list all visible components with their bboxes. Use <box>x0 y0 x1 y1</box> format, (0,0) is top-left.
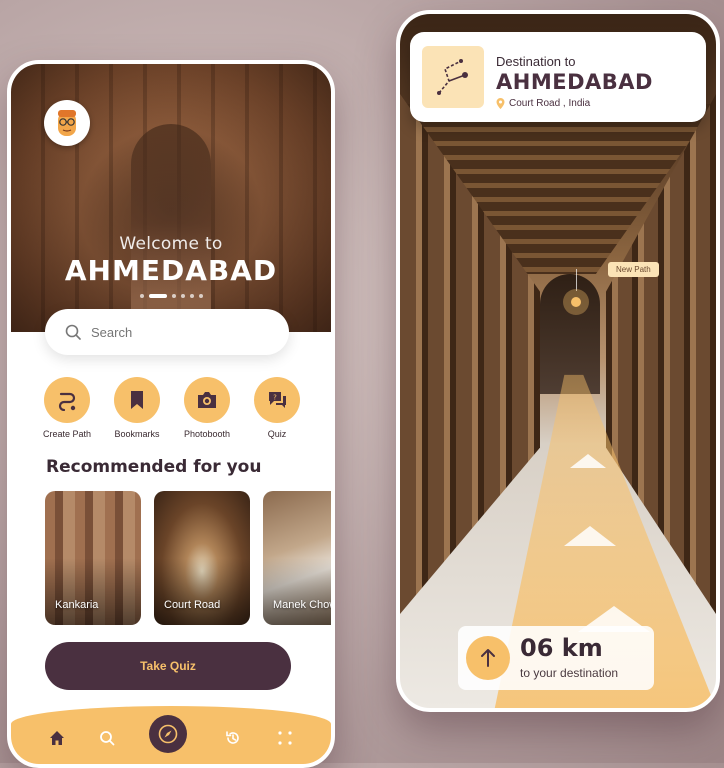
carousel-dot-active[interactable] <box>148 294 167 298</box>
bookmarks-button[interactable]: Bookmarks <box>107 377 167 439</box>
navigation-screen: New Path Destination to AHMEDABAD Court … <box>396 10 720 712</box>
carousel-dot[interactable] <box>139 294 144 298</box>
carousel-dot[interactable] <box>180 294 185 298</box>
nav-search[interactable] <box>95 726 119 750</box>
photobooth-button[interactable]: Photobooth <box>177 377 237 439</box>
nav-grid[interactable] <box>273 726 297 750</box>
destination-address-text: Court Road , India <box>509 98 591 109</box>
nav-history[interactable] <box>221 726 245 750</box>
direction-arrow[interactable] <box>466 636 510 680</box>
quiz-button-icon[interactable]: ? Quiz <box>247 377 307 439</box>
search-input[interactable] <box>89 323 263 341</box>
create-path-circle <box>44 377 90 423</box>
city-title: AHMEDABAD <box>64 254 278 287</box>
path-chevron <box>570 454 606 468</box>
take-quiz-button[interactable]: Take Quiz <box>45 642 291 690</box>
destination-address: Court Road , India <box>496 98 590 109</box>
bookmarks-circle <box>114 377 160 423</box>
distance-value: 06 km <box>520 634 603 662</box>
destination-label: Destination to <box>496 54 576 69</box>
destination-city: AHMEDABAD <box>496 70 653 94</box>
welcome-text: Welcome to <box>119 234 223 254</box>
recommended-title: Recommended for you <box>46 457 262 477</box>
recommended-card-kankaria[interactable]: Kankaria <box>45 491 141 625</box>
location-pin-icon <box>496 98 505 109</box>
dest-map-tile <box>422 46 484 108</box>
create-path-label: Create Path <box>42 429 92 439</box>
quiz-label: Quiz <box>267 429 287 439</box>
new-path-tag[interactable]: New Path <box>608 262 659 277</box>
distance-caption: to your destination <box>520 666 619 680</box>
bookmark-icon <box>131 391 143 409</box>
arrow-up-icon <box>481 649 495 667</box>
card-label: Court Road <box>164 599 221 611</box>
marker-line <box>576 269 577 291</box>
path-chevron <box>564 526 616 546</box>
carousel-dot[interactable] <box>171 294 176 298</box>
card-label: Manek Chowk <box>273 599 331 611</box>
svg-text:?: ? <box>273 394 277 402</box>
recommended-card-manek-chowk[interactable]: Manek Chowk <box>263 491 331 625</box>
quiz-circle: ? <box>254 377 300 423</box>
history-icon <box>226 731 239 744</box>
search-icon <box>65 324 81 340</box>
search-icon <box>100 731 115 746</box>
location-marker[interactable] <box>563 289 589 315</box>
grid-icon <box>278 731 292 745</box>
avatar[interactable] <box>44 100 90 146</box>
bottom-nav <box>11 706 331 764</box>
compass-icon <box>158 724 178 744</box>
destination-card[interactable]: Destination to AHMEDABAD Court Road , In… <box>410 32 706 122</box>
bookmarks-label: Bookmarks <box>114 429 160 439</box>
photobooth-circle <box>184 377 230 423</box>
quick-actions: Create Path Bookmarks Photobooth ? Quiz <box>37 377 307 439</box>
carousel-dot[interactable] <box>189 294 194 298</box>
distance-card: 06 km to your destination <box>458 626 654 690</box>
carousel-dots <box>11 294 331 298</box>
carousel-dot[interactable] <box>198 294 203 298</box>
home-screen: Welcome to AHMEDABAD Create Path <box>7 60 335 768</box>
create-path-button[interactable]: Create Path <box>37 377 97 439</box>
quiz-chat-icon: ? <box>269 392 286 408</box>
route-icon <box>58 392 76 411</box>
nav-home[interactable] <box>45 726 69 750</box>
card-label: Kankaria <box>55 599 99 611</box>
recommended-card-court-road[interactable]: Court Road <box>154 491 250 625</box>
home-icon <box>50 731 64 745</box>
avatar-face-icon <box>48 104 86 142</box>
nav-compass[interactable] <box>149 715 187 753</box>
camera-icon <box>198 392 216 408</box>
photobooth-label: Photobooth <box>183 429 231 439</box>
recommended-carousel[interactable]: Kankaria Court Road Manek Chowk <box>45 491 331 631</box>
route-map-icon <box>437 59 468 95</box>
search-bar[interactable] <box>45 309 289 355</box>
